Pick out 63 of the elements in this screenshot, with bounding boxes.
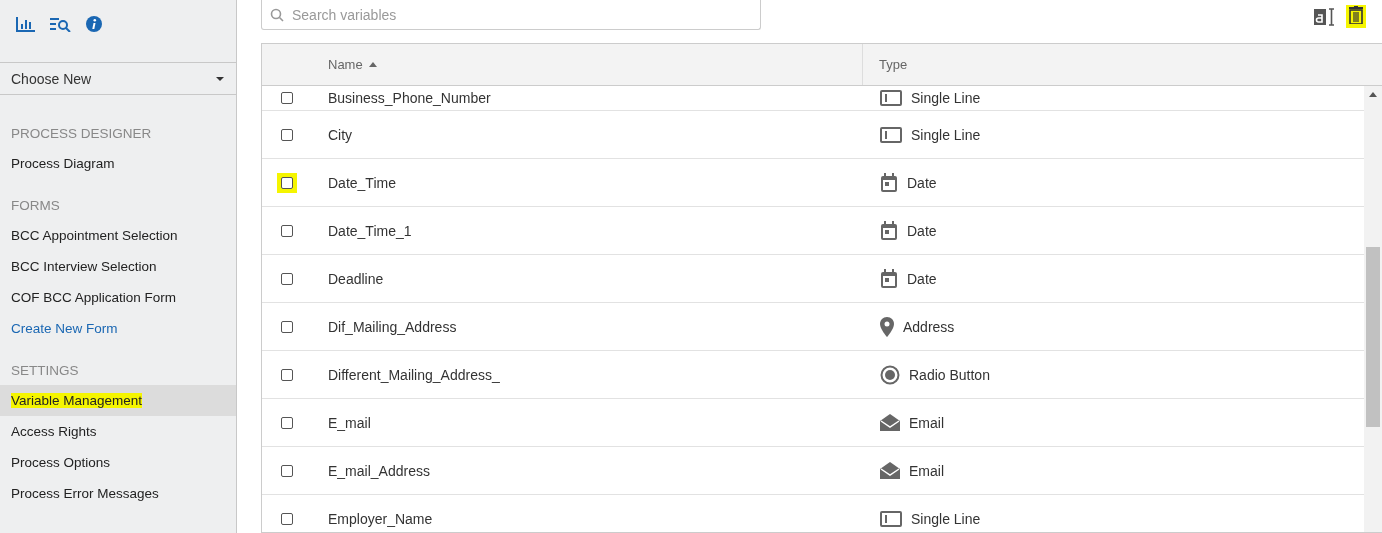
- variable-name: Different_Mailing_Address_: [328, 366, 501, 383]
- calendar-icon: [880, 268, 898, 289]
- row-checkbox[interactable]: [281, 224, 293, 237]
- choose-new-dropdown[interactable]: Choose New: [0, 62, 236, 95]
- column-header[interactable]: Type: [863, 44, 1382, 85]
- sidebar-item[interactable]: Variable Management: [0, 385, 236, 416]
- trash-icon: [1349, 6, 1363, 24]
- radio-icon: [880, 364, 900, 385]
- section-heading: SETTINGS: [10, 362, 80, 378]
- variable-type: Radio Button: [909, 366, 990, 383]
- sidebar-item[interactable]: BCC Appointment Selection: [0, 220, 236, 251]
- column-header[interactable]: Name: [262, 44, 863, 85]
- variable-name: Dif_Mailing_Address: [328, 318, 458, 335]
- text-field-icon: [880, 510, 902, 527]
- sidebar-item[interactable]: Access Rights: [0, 416, 236, 447]
- variable-name: City: [328, 126, 354, 143]
- sidebar-item[interactable]: BCC Interview Selection: [0, 251, 236, 282]
- variable-name: Deadline: [328, 270, 385, 287]
- search-field[interactable]: Search variables: [261, 0, 761, 30]
- variable-type: Email: [909, 462, 944, 479]
- row-checkbox[interactable]: [281, 128, 293, 141]
- section-heading: PROCESS DESIGNER: [10, 125, 153, 141]
- variable-type: Single Line: [911, 90, 981, 106]
- search-list-icon[interactable]: [50, 16, 72, 32]
- variable-name: Date_Time_1: [328, 222, 413, 239]
- variable-name: Business_Phone_Number: [328, 90, 492, 106]
- variable-type: Email: [909, 414, 944, 431]
- sidebar-item[interactable]: COF BCC Application Form: [0, 282, 236, 313]
- create-form-link[interactable]: Create New Form: [0, 313, 236, 344]
- variable-type: Single Line: [911, 510, 981, 527]
- envelope-icon: [880, 413, 900, 432]
- sidebar-item[interactable]: Process Diagram: [0, 148, 236, 179]
- sidebar-item[interactable]: Process Options: [0, 447, 236, 478]
- envelope-icon: [880, 461, 900, 480]
- variable-type: Single Line: [911, 126, 981, 143]
- variable-type: Date: [907, 222, 937, 239]
- row-checkbox[interactable]: [281, 512, 293, 525]
- calendar-icon: [880, 220, 898, 241]
- variable-type: Address: [903, 318, 955, 335]
- text-cursor-icon[interactable]: [1314, 6, 1336, 27]
- text-field-icon: [880, 90, 902, 106]
- row-checkbox[interactable]: [281, 272, 293, 285]
- row-checkbox[interactable]: [281, 92, 293, 104]
- variable-name: Employer_Name: [328, 510, 434, 527]
- variable-type: Date: [907, 270, 937, 287]
- row-checkbox[interactable]: [281, 368, 293, 381]
- map-pin-icon: [880, 316, 894, 337]
- bar-chart-icon[interactable]: [16, 16, 36, 32]
- calendar-icon: [880, 172, 898, 193]
- row-checkbox[interactable]: [281, 464, 293, 477]
- sidebar-item[interactable]: Process Error Messages: [0, 478, 236, 509]
- caret-icon: [216, 76, 224, 81]
- variable-name: E_mail: [328, 414, 372, 431]
- variable-name: Date_Time: [328, 174, 397, 191]
- text-field-icon: [880, 126, 902, 143]
- variable-type: Date: [907, 174, 937, 191]
- row-checkbox[interactable]: [281, 320, 293, 333]
- row-checkbox[interactable]: [281, 416, 293, 429]
- variable-name: E_mail_Address: [328, 462, 431, 479]
- scrollbar[interactable]: [1364, 86, 1382, 532]
- info-icon[interactable]: [86, 16, 102, 32]
- delete-button[interactable]: [1346, 5, 1366, 28]
- section-heading: FORMS: [10, 197, 61, 213]
